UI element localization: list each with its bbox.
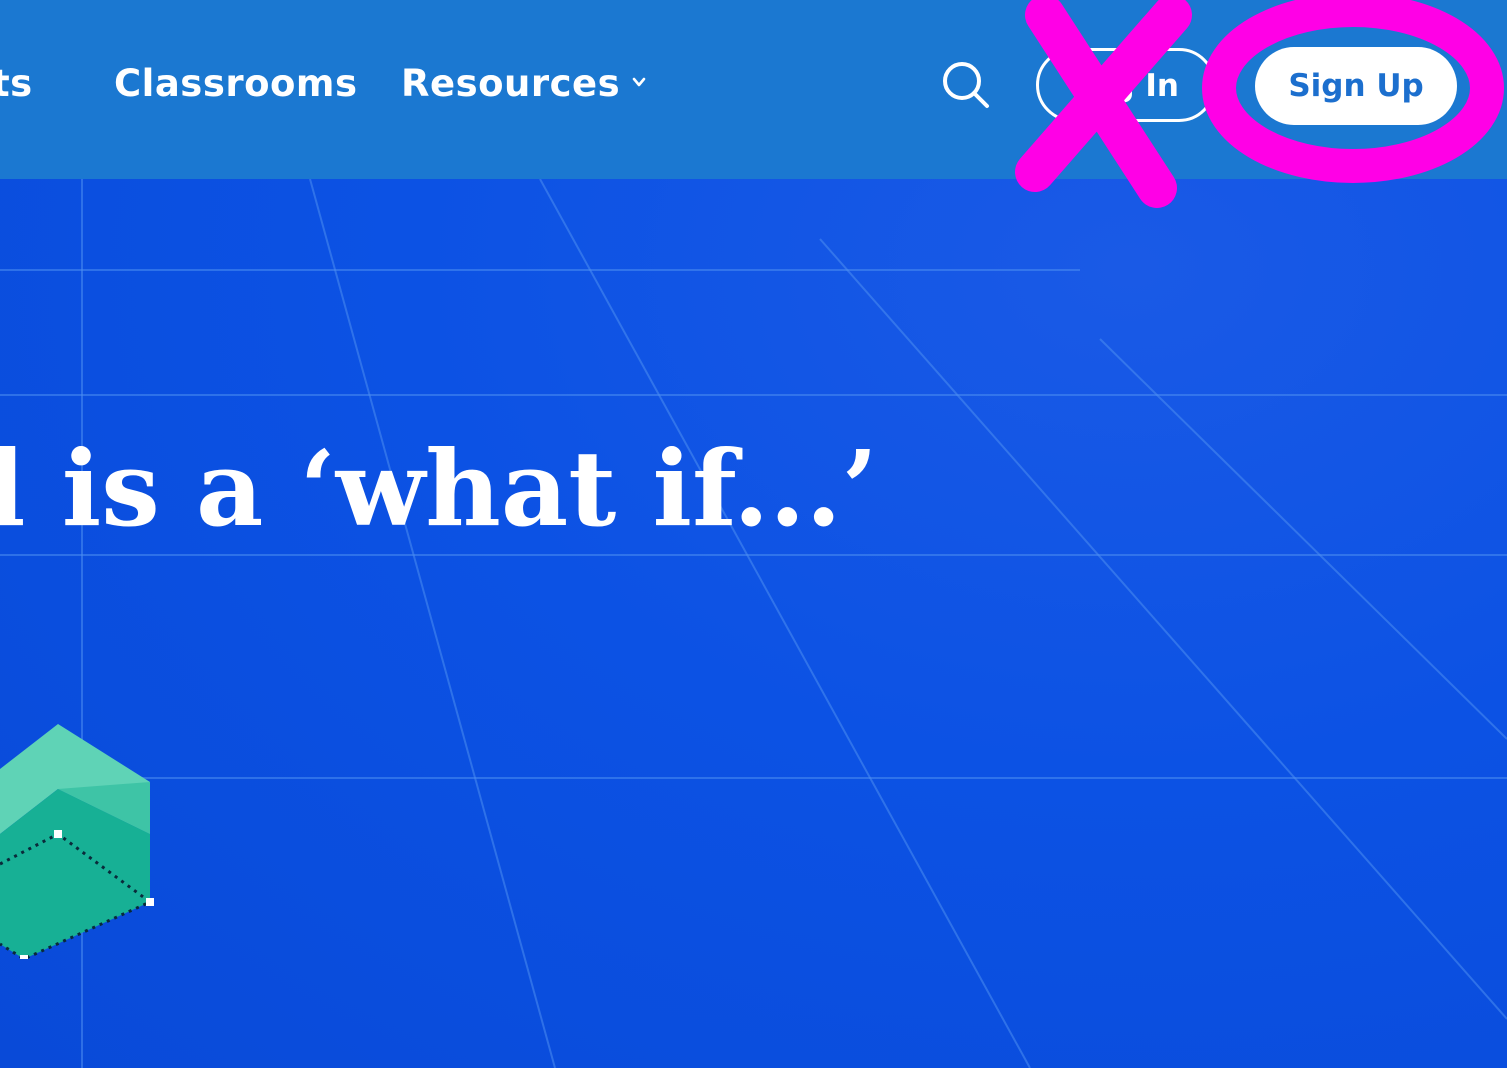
signup-button[interactable]: Sign Up	[1255, 47, 1457, 125]
login-button[interactable]: g In	[1036, 48, 1216, 122]
signup-label: Sign Up	[1288, 68, 1424, 104]
nav-item-resources[interactable]: Resources	[401, 60, 646, 108]
hero-headline: l is a ‘what if...’	[0, 427, 878, 550]
nav-item-resources-label: Resources	[401, 62, 621, 105]
chevron-down-icon	[632, 77, 646, 86]
top-nav: ts Classrooms Resources g In Sign Up	[0, 0, 1507, 179]
nav-item-classrooms[interactable]: Classrooms	[114, 60, 358, 108]
search-button[interactable]	[938, 58, 992, 112]
search-icon	[943, 62, 989, 108]
hero-section: l is a ‘what if...’	[0, 179, 1507, 1068]
cube-3d-icon	[0, 724, 154, 959]
nav-item-partial[interactable]: ts	[0, 60, 33, 108]
login-label: g In	[1112, 68, 1179, 104]
perspective-grid	[0, 179, 1507, 1068]
